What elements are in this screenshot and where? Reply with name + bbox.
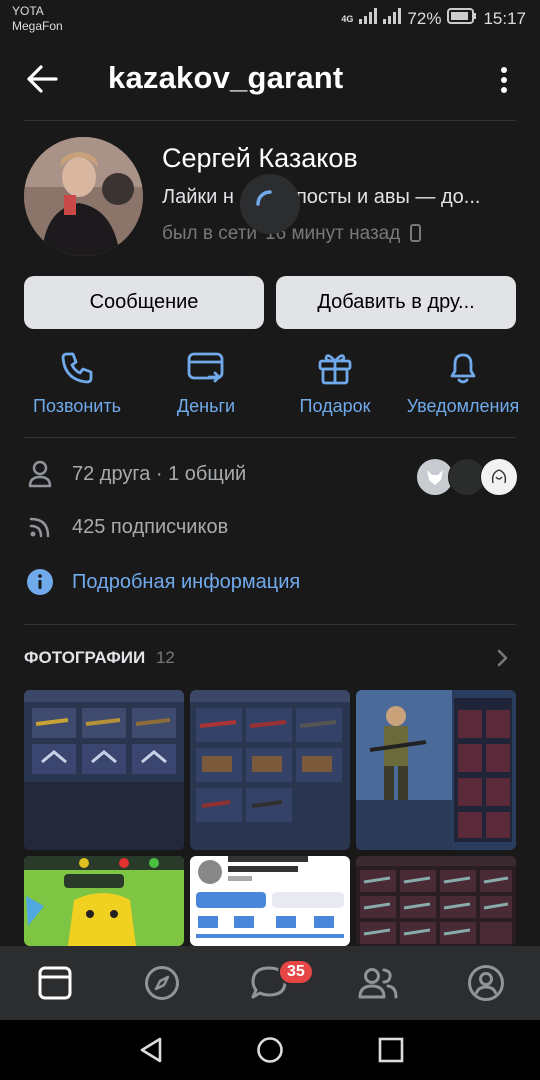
more-menu-icon[interactable]	[498, 66, 510, 99]
carrier-2: MegaFon	[12, 19, 63, 33]
gift-action[interactable]: Подарок	[270, 350, 400, 417]
call-action[interactable]: Позвонить	[12, 350, 142, 417]
profile-tab-icon[interactable]	[467, 964, 505, 1007]
avatar[interactable]	[24, 137, 143, 256]
back-arrow-icon[interactable]	[26, 64, 58, 99]
chevron-right-icon[interactable]	[496, 648, 510, 673]
system-navigation-bar	[0, 1020, 540, 1080]
compass-icon[interactable]	[144, 965, 180, 1006]
last-seen-left: был в сети	[162, 223, 258, 244]
friends-tab-icon[interactable]	[358, 966, 398, 1005]
followers-count: 425 подписчиков	[72, 515, 229, 538]
carrier-info: YOTA MegaFon	[12, 4, 63, 34]
friend-avatar-3	[480, 458, 518, 496]
photo-6[interactable]	[356, 856, 516, 946]
person-icon	[24, 460, 56, 488]
photo-4[interactable]	[24, 856, 184, 946]
rss-icon	[24, 515, 56, 539]
gift-action-label: Подарок	[299, 396, 371, 416]
photos-title: ФОТОГРАФИИ	[24, 648, 146, 667]
bell-icon	[398, 350, 528, 386]
friends-count: 72 друга · 1 общий	[72, 462, 247, 485]
mutual-friends-avatars[interactable]	[416, 458, 518, 496]
back-triangle-icon[interactable]	[138, 1036, 164, 1069]
page-title: kazakov_garant	[108, 60, 344, 95]
top-app-bar: kazakov_garant	[0, 48, 540, 112]
carrier-1: YOTA	[12, 4, 44, 18]
header-divider	[24, 120, 516, 121]
battery-percent: 72%	[407, 8, 442, 28]
phone-icon	[12, 350, 142, 386]
loading-spinner-icon	[240, 174, 300, 234]
message-button[interactable]: Сообщение	[24, 276, 264, 329]
clock: 15:17	[483, 8, 526, 28]
add-friend-button[interactable]: Добавить в дру...	[276, 276, 516, 329]
details-link: Подробная информация	[72, 570, 301, 593]
status-indicators: 4G 72% 15:17	[341, 8, 526, 29]
recents-square-icon[interactable]	[378, 1037, 404, 1068]
details-row[interactable]: Подробная информация	[24, 568, 300, 596]
money-action-label: Деньги	[176, 396, 236, 416]
friends-row[interactable]: 72 друга · 1 общий	[24, 460, 246, 488]
photo-3[interactable]	[356, 690, 516, 850]
followers-row[interactable]: 425 подписчиков	[24, 515, 228, 539]
actions-divider	[24, 437, 516, 438]
info-icon	[24, 568, 56, 596]
network-type: 4G	[341, 13, 354, 24]
info-divider	[24, 624, 516, 625]
money-icon	[141, 350, 271, 386]
bottom-navigation: 35	[0, 946, 540, 1020]
signal-icon-2	[383, 8, 402, 29]
news-tab-icon[interactable]	[38, 966, 72, 1005]
call-action-label: Позвонить	[33, 396, 121, 416]
last-seen: был в сети 16 минут назад	[162, 223, 421, 248]
messages-tab[interactable]: 35	[250, 959, 320, 1005]
signal-icon	[359, 8, 378, 29]
money-action[interactable]: Деньги	[141, 350, 271, 417]
photos-count: 12	[155, 648, 175, 667]
messages-badge: 35	[278, 959, 314, 985]
photo-5[interactable]	[190, 856, 350, 946]
status-text-right: посты и авы — до...	[295, 186, 481, 208]
status-text-left: Лайки н	[162, 186, 234, 208]
notifications-action-label: Уведомления	[406, 396, 520, 416]
profile-name: Сергей Казаков	[162, 143, 358, 173]
battery-icon	[447, 8, 477, 29]
photos-header[interactable]: ФОТОГРАФИИ 12	[24, 648, 175, 668]
notifications-action[interactable]: Уведомления	[398, 350, 528, 417]
status-bar: YOTA MegaFon 4G 72% 15:17	[0, 0, 540, 44]
photo-2[interactable]	[190, 690, 350, 850]
gift-icon	[270, 350, 400, 386]
home-circle-icon[interactable]	[256, 1036, 284, 1069]
mobile-icon	[409, 224, 421, 248]
photo-1[interactable]	[24, 690, 184, 850]
profile-status: Лайки н посты и авы — до...	[162, 186, 512, 209]
